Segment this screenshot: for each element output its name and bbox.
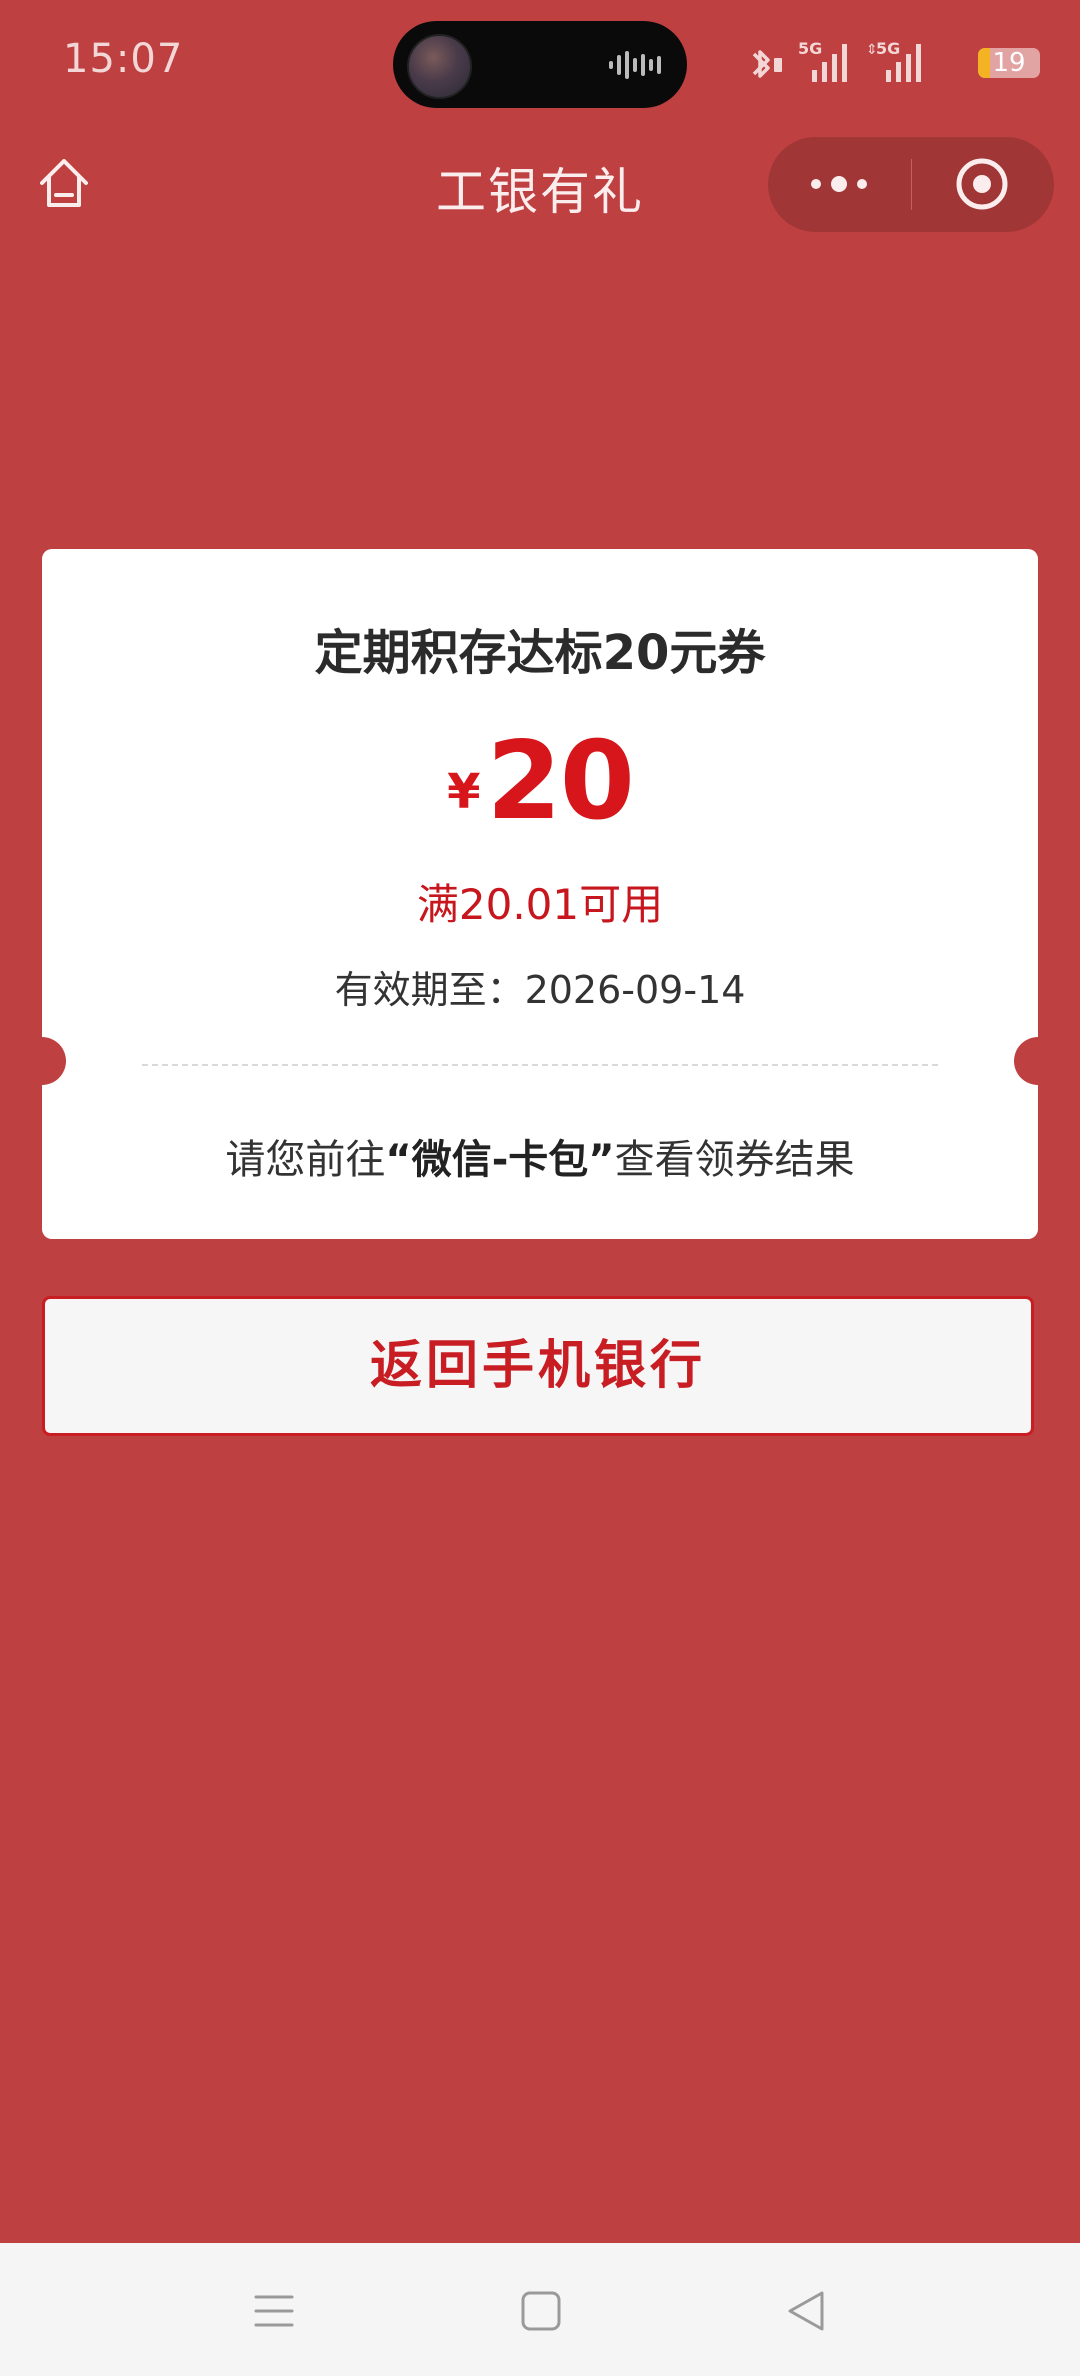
coupon-condition: 满20.01可用 bbox=[416, 880, 664, 929]
system-navigation-bar bbox=[0, 2243, 1080, 2376]
coupon-expiry: 有效期至：2026-09-14 bbox=[334, 968, 746, 1012]
currency-symbol: ¥ bbox=[447, 764, 481, 820]
status-icons: 5G ⇕ 5G 19 bbox=[740, 38, 1040, 88]
svg-text:5G: 5G bbox=[798, 39, 822, 58]
back-triangle-icon[interactable] bbox=[768, 2271, 848, 2351]
coupon-title: 定期积存达标20元券 bbox=[314, 625, 766, 681]
coupon-amount-row: ¥20 bbox=[42, 719, 1038, 844]
mini-program-capsule bbox=[768, 137, 1054, 232]
more-dots-icon[interactable] bbox=[768, 137, 910, 232]
coupon-amount: 20 bbox=[486, 719, 635, 844]
notice-suffix: 查看领券结果 bbox=[614, 1137, 855, 1183]
bluetooth-icon bbox=[752, 50, 782, 78]
signal-5g-icon: 5G bbox=[798, 39, 847, 82]
signal-5g-icon: ⇕ 5G bbox=[866, 39, 921, 82]
notice-highlight: “微信-卡包” bbox=[385, 1137, 615, 1183]
card-notch-left bbox=[18, 1037, 66, 1085]
status-bar: 15:07 5G ⇕ 5G 19 bbox=[0, 0, 1080, 126]
notice-prefix: 请您前往 bbox=[225, 1137, 386, 1183]
svg-text:5G: 5G bbox=[876, 39, 900, 58]
island-avatar bbox=[407, 34, 472, 99]
status-time: 15:07 bbox=[63, 36, 184, 82]
coupon-notice: 请您前往“微信-卡包”查看领券结果 bbox=[42, 1127, 1038, 1185]
dynamic-island[interactable] bbox=[393, 21, 687, 108]
audio-wave-icon bbox=[609, 51, 661, 79]
return-to-mobile-bank-button[interactable]: 返回手机银行 bbox=[42, 1296, 1034, 1436]
divider bbox=[142, 1064, 938, 1066]
battery-icon: 19 bbox=[978, 48, 1040, 78]
card-notch-right bbox=[1014, 1037, 1062, 1085]
home-square-icon[interactable] bbox=[501, 2271, 581, 2351]
battery-level: 19 bbox=[992, 48, 1026, 78]
menu-icon[interactable] bbox=[234, 2271, 314, 2351]
coupon-card: 定期积存达标20元券 ¥20 满20.01可用 有效期至：2026-09-14 … bbox=[18, 549, 1062, 1239]
target-close-icon[interactable] bbox=[912, 137, 1054, 232]
